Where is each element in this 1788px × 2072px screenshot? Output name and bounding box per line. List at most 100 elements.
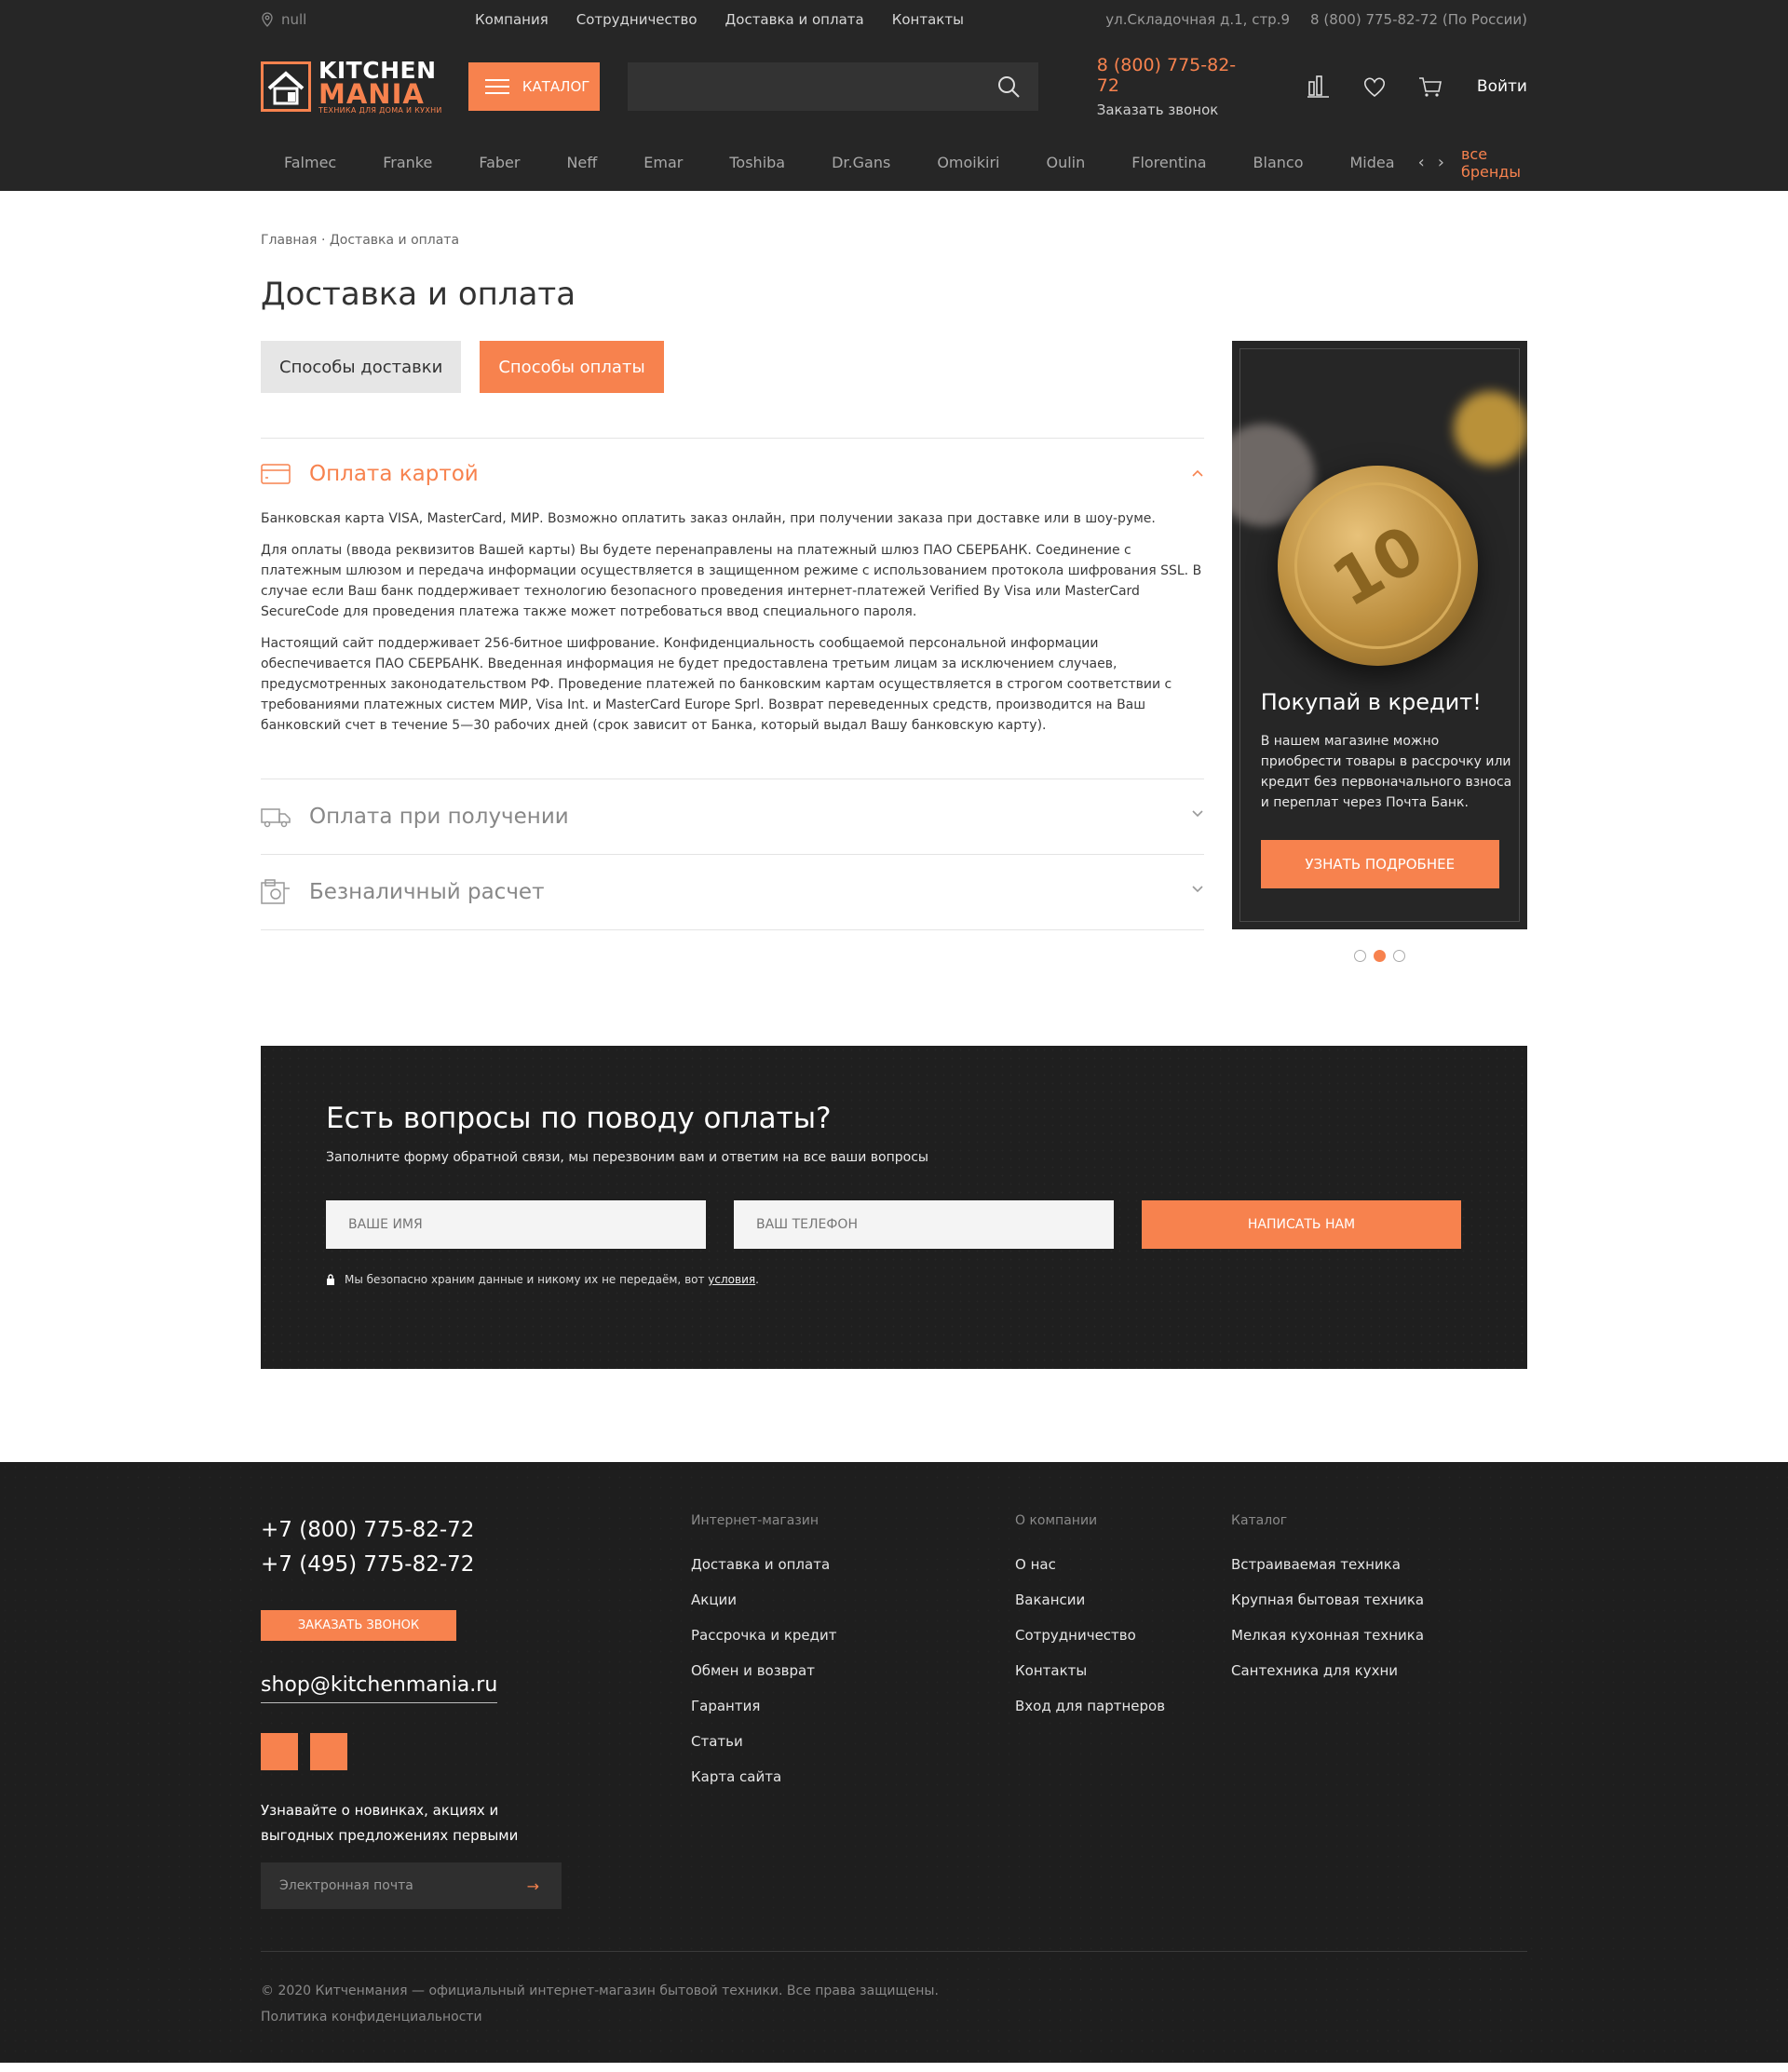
city-selector[interactable]: null: [261, 11, 475, 28]
footer-link[interactable]: Карта сайта: [691, 1768, 1015, 1785]
brand-link[interactable]: Oulin: [1023, 154, 1108, 171]
brand-link[interactable]: Falmec: [261, 154, 359, 171]
brand-link[interactable]: Dr.Gans: [808, 154, 914, 171]
name-field[interactable]: [326, 1200, 706, 1249]
brand-link[interactable]: Blanco: [1230, 154, 1327, 171]
decorative-coin-blur: [1454, 391, 1527, 466]
phone-field[interactable]: [734, 1200, 1114, 1249]
feedback-form: НАПИСАТЬ НАМ: [326, 1200, 1462, 1249]
subscribe-text: Узнавайте о новинках, акциях и выгодных …: [261, 1802, 519, 1844]
footer-phone-1[interactable]: +7 (800) 775-82-72: [261, 1513, 691, 1548]
accordion-header-on-delivery[interactable]: Оплата при получении: [261, 779, 1204, 854]
top-nav-contacts[interactable]: Контакты: [892, 11, 964, 28]
accordion-header-card[interactable]: Оплата картой: [261, 439, 1204, 508]
promo-text: В нашем магазине можно приобрести товары…: [1260, 734, 1512, 810]
site-footer: +7 (800) 775-82-72 +7 (495) 775-82-72 ЗА…: [0, 1462, 1788, 2063]
callback-link[interactable]: Заказать звонок: [1097, 102, 1253, 118]
social-icon[interactable]: [261, 1733, 298, 1770]
credit-promo-banner: 10 Покупай в кредит! В нашем магазине мо…: [1231, 341, 1527, 929]
footer-link[interactable]: Сантехника для кухни: [1231, 1662, 1424, 1679]
accordion-title-on-delivery: Оплата при получении: [309, 805, 569, 829]
footer-callback-button[interactable]: ЗАКАЗАТЬ ЗВОНОК: [261, 1610, 456, 1641]
tab-payment-methods[interactable]: Способы оплаты: [480, 341, 664, 393]
cart-icon[interactable]: [1416, 73, 1444, 101]
privacy-terms-link[interactable]: условия: [708, 1273, 755, 1286]
logo[interactable]: KITCHEN MANIA ТЕХНИКА ДЛЯ ДОМА И КУХНИ: [261, 59, 468, 115]
social-icon[interactable]: [310, 1733, 347, 1770]
brand-link[interactable]: Omoikiri: [914, 154, 1023, 171]
footer-link[interactable]: Контакты: [1015, 1662, 1231, 1679]
feedback-section: Есть вопросы по поводу оплаты? Заполните…: [261, 1046, 1527, 1369]
footer-link[interactable]: Рассрочка и кредит: [691, 1627, 1015, 1644]
catalog-label: КАТАЛОГ: [522, 78, 590, 95]
login-link[interactable]: Войти: [1477, 77, 1527, 96]
subscribe-email-input[interactable]: Электронная почта →: [261, 1862, 562, 1909]
brand-link[interactable]: Florentina: [1108, 154, 1229, 171]
privacy-note: Мы безопасно храним данные и никому их н…: [326, 1273, 1462, 1286]
breadcrumb-home[interactable]: Главная: [261, 233, 317, 248]
footer-email-link[interactable]: shop@kitchenmania.ru: [261, 1673, 498, 1703]
search-input[interactable]: [627, 62, 1038, 111]
promo-title: Покупай в кредит!: [1260, 689, 1482, 715]
privacy-note-end: .: [755, 1273, 759, 1286]
footer-link[interactable]: Обмен и возврат: [691, 1662, 1015, 1679]
coin-image: 10: [1263, 452, 1492, 680]
accordion-header-cashless[interactable]: Безналичный расчет: [261, 855, 1204, 929]
slider-dot-active[interactable]: [1373, 950, 1386, 962]
city-label: null: [281, 11, 307, 28]
top-phone[interactable]: 8 (800) 775-82-72 (По России): [1310, 11, 1527, 28]
brands-next-arrow-icon[interactable]: ›: [1438, 153, 1444, 172]
footer-link[interactable]: Акции: [691, 1591, 1015, 1608]
slider-dot[interactable]: [1353, 950, 1366, 962]
tab-delivery-methods[interactable]: Способы доставки: [261, 341, 462, 393]
brand-link[interactable]: Midea: [1327, 154, 1418, 171]
chevron-down-icon[interactable]: [1191, 885, 1204, 894]
footer-link[interactable]: Вход для партнеров: [1015, 1698, 1231, 1714]
tabs: Способы доставки Способы оплаты: [261, 341, 1204, 393]
footer-column-catalog: Каталог Встраиваемая техника Крупная быт…: [1231, 1513, 1424, 1909]
top-bar: null Компания Сотрудничество Доставка и …: [261, 0, 1527, 39]
top-nav-company[interactable]: Компания: [475, 11, 549, 28]
brand-link[interactable]: Neff: [543, 154, 620, 171]
brand-link[interactable]: Toshiba: [706, 154, 808, 171]
promo-more-button[interactable]: УЗНАТЬ ПОДРОБНЕЕ: [1260, 840, 1499, 888]
footer-link[interactable]: Встраиваемая техника: [1231, 1556, 1424, 1573]
catalog-button[interactable]: КАТАЛОГ: [467, 62, 600, 111]
delivery-truck-icon: [261, 808, 291, 828]
footer-heading: О компании: [1015, 1513, 1098, 1528]
send-feedback-button[interactable]: НАПИСАТЬ НАМ: [1142, 1200, 1461, 1249]
slider-dot[interactable]: [1392, 950, 1405, 962]
footer-link[interactable]: О нас: [1015, 1556, 1231, 1573]
footer-phone-2[interactable]: +7 (495) 775-82-72: [261, 1548, 691, 1582]
footer-link[interactable]: Статьи: [691, 1733, 1015, 1750]
chevron-down-icon[interactable]: [1191, 809, 1204, 819]
subscribe-email-placeholder: Электронная почта: [279, 1878, 413, 1893]
brand-link[interactable]: Franke: [359, 154, 455, 171]
footer-heading: Интернет-магазин: [691, 1513, 820, 1528]
top-nav-cooperation[interactable]: Сотрудничество: [576, 11, 698, 28]
compare-icon[interactable]: [1305, 73, 1333, 101]
heart-icon[interactable]: [1361, 73, 1388, 101]
footer-link[interactable]: Мелкая кухонная техника: [1231, 1627, 1424, 1644]
header-phone[interactable]: 8 (800) 775-82-72: [1097, 55, 1253, 96]
all-brands-link[interactable]: все бренды: [1461, 145, 1527, 181]
copyright: © 2020 Китченмания — официальный интерне…: [261, 1984, 939, 1998]
privacy-policy-link[interactable]: Политика конфиденциальности: [261, 2004, 1527, 2030]
footer-link[interactable]: Сотрудничество: [1015, 1627, 1231, 1644]
footer-link[interactable]: Вакансии: [1015, 1591, 1231, 1608]
brand-link[interactable]: Faber: [455, 154, 543, 171]
brand-link[interactable]: Emar: [620, 154, 706, 171]
footer-link[interactable]: Крупная бытовая техника: [1231, 1591, 1424, 1608]
brands-prev-arrow-icon[interactable]: ‹: [1418, 153, 1425, 172]
accordion-title-cashless: Безналичный расчет: [309, 880, 545, 904]
search-icon[interactable]: [997, 75, 1020, 98]
footer-link[interactable]: Гарантия: [691, 1698, 1015, 1714]
arrow-right-icon[interactable]: →: [527, 1877, 539, 1895]
top-nav: Компания Сотрудничество Доставка и оплат…: [475, 11, 964, 28]
chevron-up-icon[interactable]: [1191, 468, 1204, 478]
top-nav-delivery[interactable]: Доставка и оплата: [725, 11, 864, 28]
footer-column-company: О компании О нас Вакансии Сотрудничество…: [1015, 1513, 1231, 1909]
footer-link[interactable]: Доставка и оплата: [691, 1556, 1015, 1573]
page-title: Доставка и оплата: [261, 276, 576, 313]
logo-line-2: MANIA: [318, 77, 425, 110]
